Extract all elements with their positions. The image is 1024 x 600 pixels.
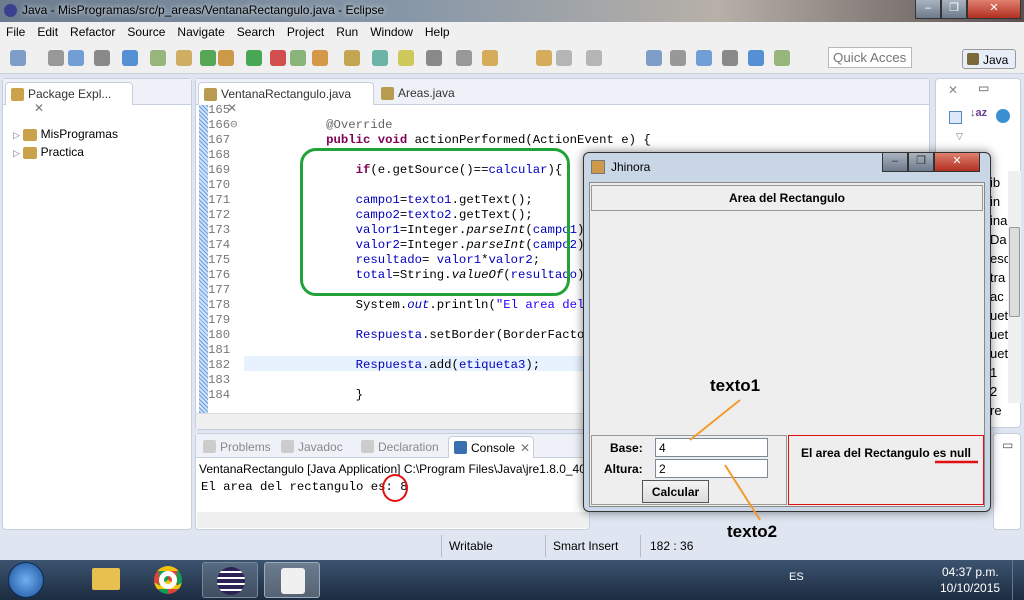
folder-icon — [92, 568, 120, 590]
texto1-arrow — [689, 399, 741, 441]
texto2-annotation: texto2 — [727, 522, 778, 541]
taskbar-java[interactable] — [264, 562, 320, 598]
taskbar-chrome[interactable] — [140, 562, 196, 598]
clock-date[interactable]: 10/10/2015 — [940, 581, 1000, 595]
language-indicator[interactable]: ES — [789, 571, 804, 583]
taskbar: ES 04:37 p.m. 10/10/2015 — [0, 560, 1024, 600]
clock-time[interactable]: 04:37 p.m. — [942, 565, 999, 579]
taskbar-eclipse[interactable] — [202, 562, 258, 598]
start-button[interactable] — [8, 562, 44, 598]
chrome-icon — [154, 566, 182, 594]
texto1-annotation: texto1 — [710, 376, 761, 395]
taskbar-explorer[interactable] — [78, 562, 134, 598]
show-desktop-button[interactable] — [1012, 560, 1024, 600]
eclipse-icon — [217, 567, 245, 595]
java-icon — [281, 568, 305, 594]
annotation-layer — [689, 399, 978, 521]
texto2-arrow — [724, 464, 761, 521]
